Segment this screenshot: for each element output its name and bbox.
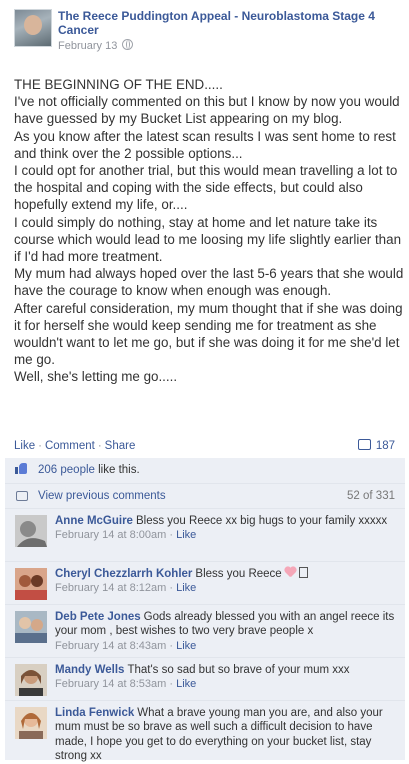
unknown-glyph-icon	[298, 567, 308, 578]
comment-content: Anne McGuire Bless you Reece xx big hugs …	[55, 514, 395, 543]
commenter-avatar[interactable]	[15, 568, 47, 600]
post-paragraph: I've not officially commented on this bu…	[14, 94, 404, 127]
comment-item: Mandy Wells That's so sad but so brave of…	[5, 657, 405, 700]
comment-author[interactable]: Deb Pete Jones	[55, 611, 141, 623]
comment-author[interactable]: Linda Fenwick	[55, 707, 134, 719]
comment-meta: February 14 at 8:12am · Like	[55, 582, 197, 595]
commenter-avatar[interactable]	[15, 611, 47, 643]
page-avatar[interactable]	[14, 9, 52, 47]
comment-author[interactable]: Mandy Wells	[55, 664, 124, 676]
post-paragraph: Well, she's letting me go.....	[14, 369, 178, 385]
view-previous-row: View previous comments 52 of 331	[5, 483, 405, 508]
comment-item: Linda Fenwick What a brave young man you …	[5, 700, 405, 764]
comment-content: Linda Fenwick What a brave young man you …	[55, 706, 395, 764]
commenter-avatar[interactable]	[15, 515, 47, 547]
comment-author[interactable]: Anne McGuire	[55, 515, 133, 527]
comment-link[interactable]: Comment	[45, 440, 95, 452]
likes-suffix: like this.	[94, 464, 140, 476]
comment-like-link[interactable]: Like	[176, 529, 196, 541]
likes-count-link[interactable]: 206 people	[38, 464, 95, 476]
comment-bubble-icon	[357, 439, 371, 450]
comment-count-value: 187	[375, 440, 395, 452]
comment-text: Bless you Reece xx big hugs to your fami…	[135, 515, 388, 527]
comment-text: Bless you Reece	[195, 568, 282, 580]
comment-text: That's so sad but so brave of your mum x…	[127, 664, 350, 676]
like-link[interactable]: Like	[14, 440, 35, 452]
face-shape	[24, 15, 42, 35]
post-paragraph: After careful consideration, my mum thou…	[14, 300, 407, 368]
view-previous-comments-link[interactable]: View previous comments	[38, 490, 166, 502]
comment-meta: February 14 at 8:00am · Like	[55, 529, 197, 542]
comment-time[interactable]: February 14 at 8:43am	[55, 640, 166, 652]
post-paragraph: My mum had always hoped over the last 5-…	[14, 266, 408, 299]
post-date[interactable]: February 13	[58, 40, 117, 52]
facebook-post: The Reece Puddington Appeal - Neuroblast…	[0, 0, 409, 764]
comment-content: Mandy Wells That's so sad but so brave of…	[55, 663, 395, 692]
likes-text: 206 people like this.	[38, 464, 140, 476]
post-paragraph: I could simply do nothing, stay at home …	[14, 214, 405, 265]
comment-author[interactable]: Cheryl Chezzlarrh Kohler	[55, 568, 192, 580]
likes-summary: 206 people like this.	[5, 458, 405, 482]
comment-content: Cheryl Chezzlarrh Kohler Bless you Reece …	[55, 567, 395, 596]
comment-item: Cheryl Chezzlarrh Kohler Bless you Reece …	[5, 561, 405, 604]
comment-count[interactable]: 187	[357, 439, 395, 452]
comment-time[interactable]: February 14 at 8:00am	[55, 529, 166, 541]
comment-like-link[interactable]: Like	[176, 582, 196, 594]
comment-like-link[interactable]: Like	[176, 678, 196, 690]
post-paragraph: As you know after the latest scan result…	[14, 128, 400, 161]
feedback-panel: 206 people like this. View previous comm…	[5, 458, 405, 764]
heart-icon	[284, 567, 296, 578]
comment-item: Deb Pete Jones Gods already blessed you w…	[5, 604, 405, 657]
page-name-link[interactable]: The Reece Puddington Appeal - Neuroblast…	[58, 9, 398, 37]
comment-icon	[16, 491, 28, 501]
commenter-avatar[interactable]	[15, 707, 47, 739]
post-actions: Like · Comment · Share	[14, 440, 135, 452]
thumbs-up-icon	[15, 463, 27, 474]
separator: ·	[97, 440, 102, 452]
share-link[interactable]: Share	[105, 440, 136, 452]
post-paragraph: I could opt for another trial, but this …	[14, 163, 402, 213]
comment-like-link[interactable]: Like	[176, 640, 196, 652]
comment-time[interactable]: February 14 at 8:12am	[55, 582, 166, 594]
post-paragraph: THE BEGINNING OF THE END.....	[14, 77, 223, 92]
comment-item: Anne McGuire Bless you Reece xx big hugs …	[5, 508, 405, 561]
separator: ·	[38, 440, 42, 452]
comment-meta: February 14 at 8:43am · Like	[55, 639, 197, 652]
globe-icon	[122, 39, 134, 50]
commenter-avatar[interactable]	[15, 664, 47, 696]
post-header: The Reece Puddington Appeal - Neuroblast…	[0, 0, 409, 60]
post-body: THE BEGINNING OF THE END..... I've not o…	[14, 76, 404, 386]
comment-content: Deb Pete Jones Gods already blessed you w…	[55, 610, 395, 653]
comments-page-count: 52 of 331	[347, 490, 395, 502]
post-meta: February 13	[58, 39, 134, 52]
comment-time[interactable]: February 14 at 8:53am	[55, 678, 166, 690]
comment-meta: February 14 at 8:53am · Like	[55, 678, 197, 691]
